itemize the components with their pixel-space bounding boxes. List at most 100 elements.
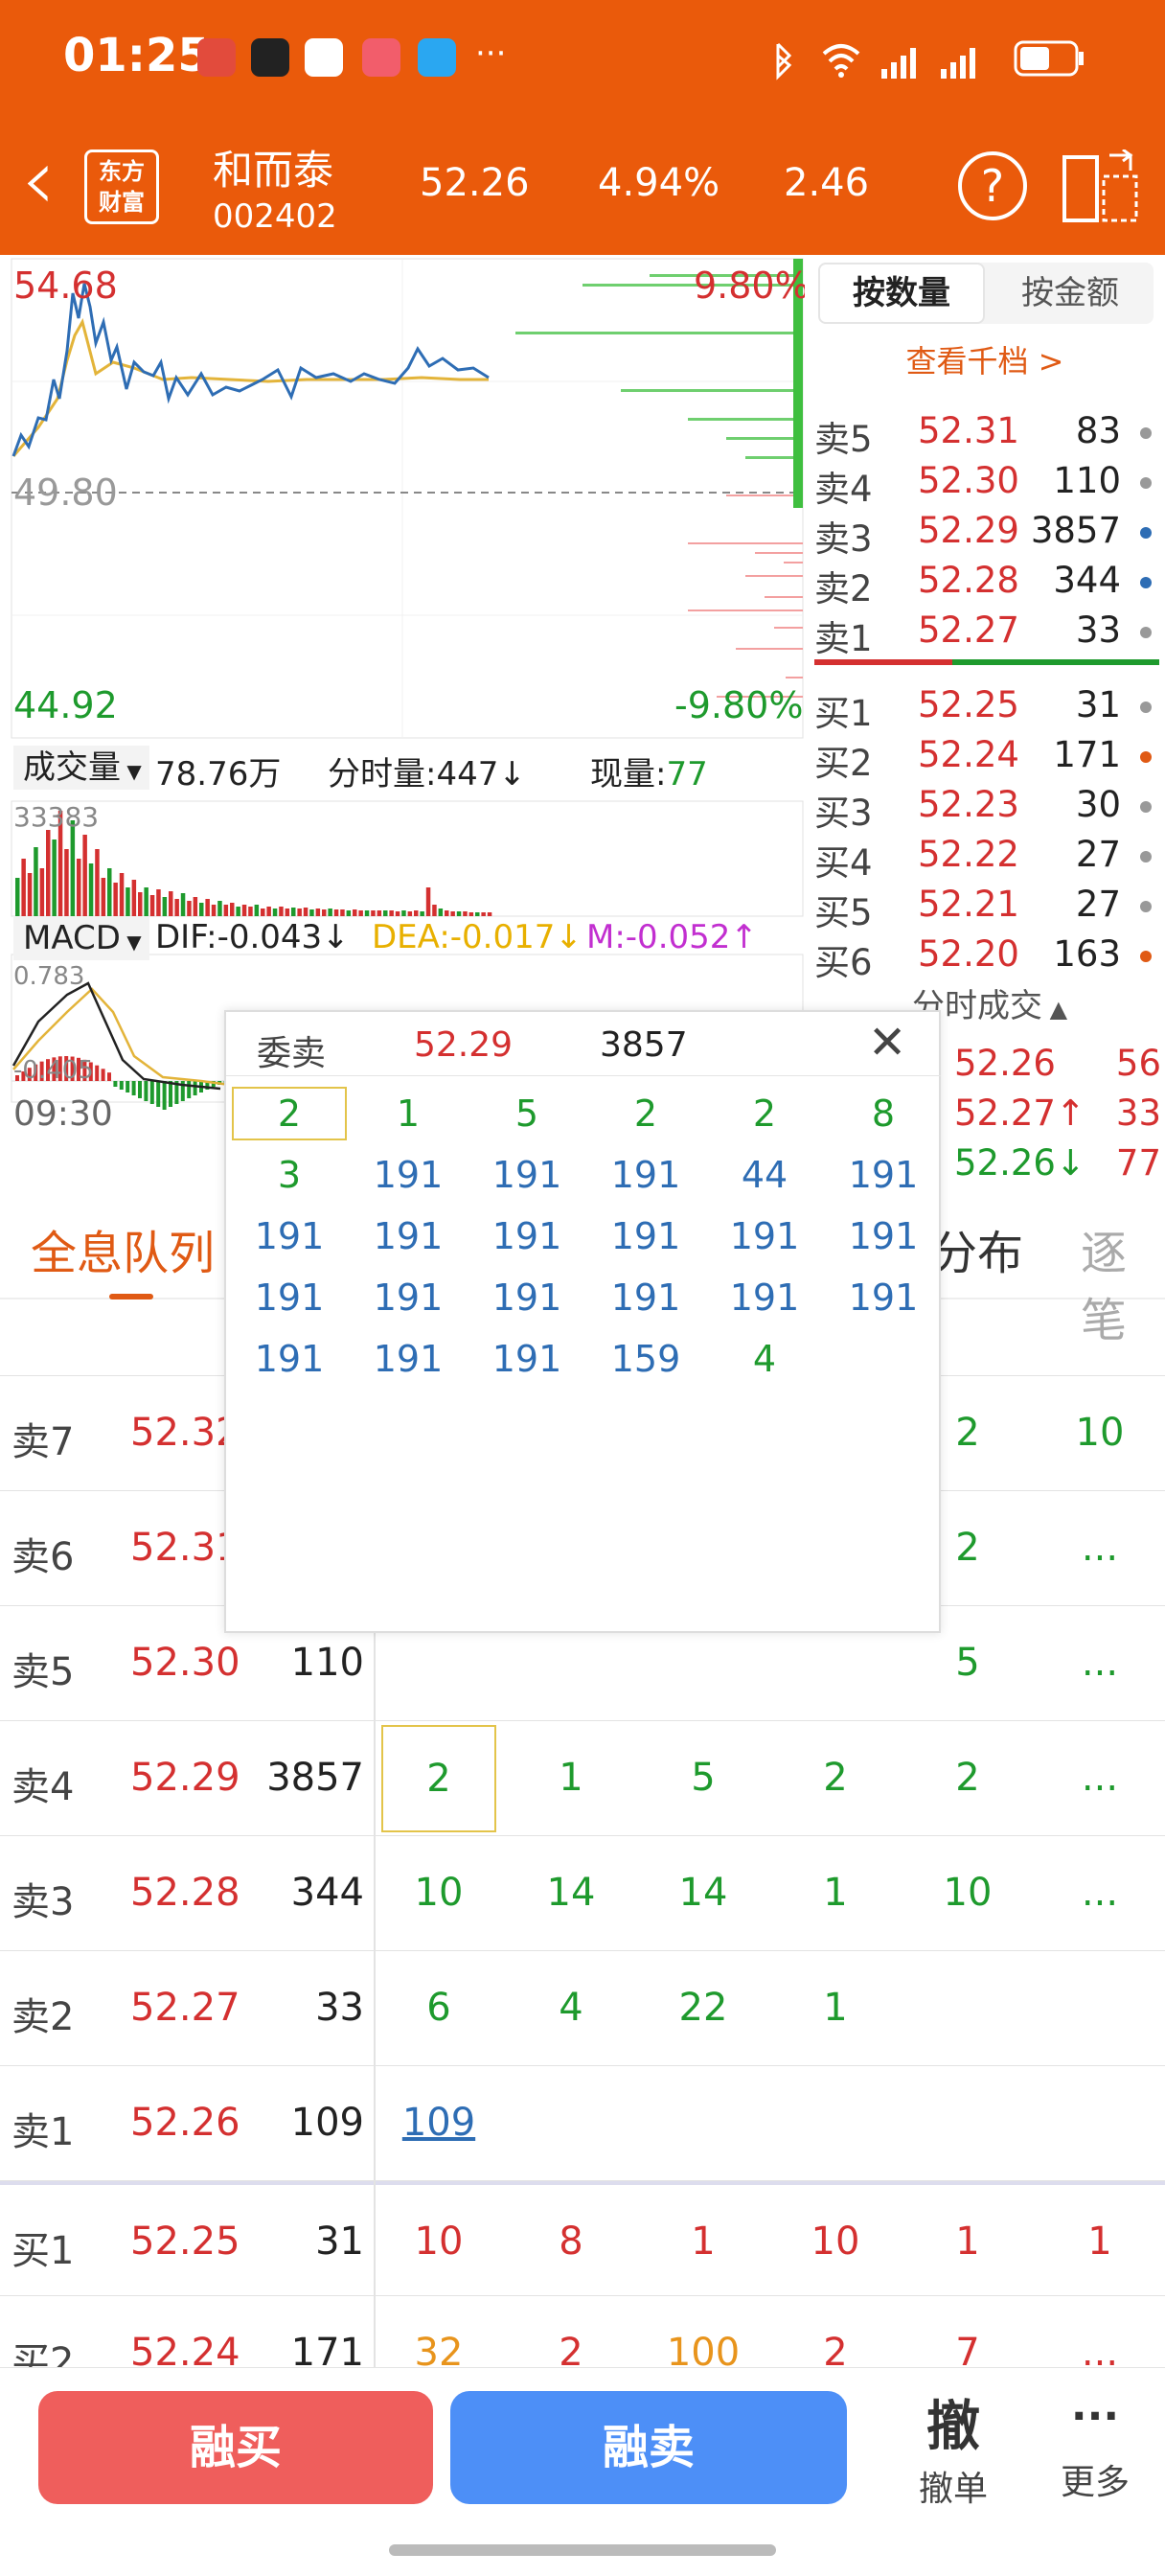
volume-bar <box>395 911 400 916</box>
ask-row: 卖2 52.28 344 <box>805 556 1165 610</box>
margin-buy-button[interactable]: 融买 <box>38 2391 433 2504</box>
queue-order-cell[interactable]: 1 <box>514 1756 628 1800</box>
order-book-tabs: 按数量 按金额 <box>818 263 1154 324</box>
popup-order-cell: 191 <box>254 1276 325 1319</box>
volume-minute: 分时量:447↓ <box>328 755 526 794</box>
queue-order-cell[interactable]: 1 <box>646 2220 761 2264</box>
volume-bar <box>46 830 51 916</box>
queue-order-cell[interactable]: 1 <box>778 1871 893 1915</box>
volume-bar <box>297 908 302 916</box>
level-dot-icon <box>1140 851 1152 862</box>
queue-order-cell[interactable]: ... <box>1042 1526 1157 1570</box>
tab-full-queue[interactable]: 全息队列 <box>31 1215 215 1282</box>
axis-low: 44.92 <box>13 684 118 726</box>
queue-order-cell[interactable]: 5 <box>910 1641 1025 1685</box>
level-price: 52.21 <box>918 884 1019 925</box>
margin-sell-button[interactable]: 融卖 <box>450 2391 847 2504</box>
queue-order-cell[interactable]: 109 <box>381 2101 496 2145</box>
queue-order-cell[interactable]: 14 <box>646 1871 761 1915</box>
macd-max: 0.783 <box>13 962 85 991</box>
queue-order-cell[interactable]: 2 <box>910 1756 1025 1800</box>
popup-order-cell: 8 <box>871 1092 896 1135</box>
view-1000-levels-link[interactable]: 查看千档 > <box>805 337 1165 381</box>
volume-bar <box>101 878 106 916</box>
app-icon <box>305 38 343 77</box>
tab-by-quantity[interactable]: 按数量 <box>818 263 985 324</box>
queue-order-cell[interactable]: 10 <box>778 2220 893 2264</box>
signal-icon <box>881 48 916 79</box>
volume-bar <box>261 908 265 916</box>
macd-bar <box>169 1081 172 1107</box>
back-icon[interactable]: ‹ <box>21 132 56 228</box>
queue-order-cell[interactable]: 10 <box>910 1871 1025 1915</box>
volume-bar <box>113 883 118 916</box>
macd-indicator-select[interactable]: MACD ▼ <box>13 916 149 960</box>
macd-bar <box>101 1069 105 1081</box>
popup-order-cell: 2 <box>752 1092 777 1135</box>
intraday-chart-area[interactable]: 54.68 9.80% 49.80 44.92 -9.80% 成交量 ▼ 78.… <box>0 255 810 1134</box>
signal-icon <box>941 48 975 79</box>
macd-bar <box>126 1081 130 1092</box>
queue-order-cell[interactable]: 10 <box>381 1871 496 1915</box>
popup-order-cell: 191 <box>729 1215 800 1257</box>
tab-by-amount[interactable]: 按金额 <box>987 263 1154 324</box>
axis-high-pct: 9.80% <box>694 264 810 307</box>
queue-order-cell[interactable]: 10 <box>381 2220 496 2264</box>
popup-order-cell: 2 <box>633 1092 658 1135</box>
depth-bar <box>765 596 803 598</box>
stock-change: 2.46 <box>784 161 870 205</box>
more-button[interactable]: ··· 更多 <box>1035 2383 1155 2504</box>
bottom-action-bar: 融买 融卖 撤 撤单 ··· 更多 <box>0 2367 1165 2576</box>
help-icon[interactable]: ? <box>958 151 1027 220</box>
volume-indicator-select[interactable]: 成交量 ▼ <box>13 746 149 790</box>
volume-bar <box>445 910 449 916</box>
volume-total: 78.76万 <box>155 755 282 794</box>
level-label: 卖4 <box>814 469 873 510</box>
close-icon[interactable]: ✕ <box>868 1016 906 1070</box>
volume-bar <box>401 910 406 916</box>
queue-order-cell[interactable]: 10 <box>1042 1411 1157 1455</box>
popup-order-cell: 191 <box>729 1276 800 1319</box>
volume-bar <box>126 887 130 916</box>
popup-order-cell: 4 <box>752 1338 777 1380</box>
volume-bar <box>475 912 480 916</box>
macd-bar <box>107 1072 111 1081</box>
volume-bar <box>174 899 179 916</box>
level-dot-icon <box>1140 751 1152 763</box>
level-price: 52.22 <box>918 834 1019 875</box>
macd-m: M:-0.052↑ <box>586 918 758 956</box>
cancel-order-button[interactable]: 撤 撤单 <box>893 2383 1014 2511</box>
queue-order-cell[interactable]: 1 <box>778 1986 893 2030</box>
queue-order-cell[interactable]: 2 <box>778 1756 893 1800</box>
queue-order-cell[interactable]: ... <box>1042 1871 1157 1915</box>
level-dot-icon <box>1140 577 1152 588</box>
popup-order-cell: 191 <box>848 1215 919 1257</box>
depth-bar <box>621 389 803 392</box>
queue-level-label: 卖6 <box>11 1535 75 1579</box>
queue-order-cell[interactable]: ... <box>1042 1756 1157 1800</box>
queue-order-cell[interactable]: ... <box>1042 1641 1157 1685</box>
axis-low-pct: -9.80% <box>674 684 804 726</box>
popup-order-cell: 191 <box>373 1338 444 1380</box>
volume-bar <box>107 868 112 916</box>
level-price: 52.20 <box>918 933 1019 975</box>
app-logo: 东方 财富 <box>84 150 159 224</box>
queue-order-cell[interactable]: 22 <box>646 1986 761 2030</box>
popup-title: 委卖 <box>257 1034 327 1073</box>
queue-order-cell[interactable]: 1 <box>1042 2220 1157 2264</box>
queue-order-cell[interactable]: 6 <box>381 1986 496 2030</box>
popup-order-cell: 191 <box>373 1276 444 1319</box>
volume-bar <box>254 905 260 916</box>
queue-order-cell[interactable]: 2 <box>381 1725 496 1832</box>
queue-order-cell[interactable]: 5 <box>646 1756 761 1800</box>
queue-order-cell[interactable]: 1 <box>910 2220 1025 2264</box>
queue-order-cell[interactable]: 4 <box>514 1986 628 2030</box>
queue-level-volume: 109 <box>290 2101 364 2145</box>
level-volume: 30 <box>1075 784 1121 825</box>
volume-bar <box>432 905 437 916</box>
queue-order-cell[interactable]: 8 <box>514 2220 628 2264</box>
level-label: 卖1 <box>814 618 873 659</box>
queue-order-cell[interactable]: 14 <box>514 1871 628 1915</box>
switch-layout-icon[interactable] <box>1062 150 1142 226</box>
tab-distribution[interactable]: 分布 <box>931 1215 1023 1282</box>
